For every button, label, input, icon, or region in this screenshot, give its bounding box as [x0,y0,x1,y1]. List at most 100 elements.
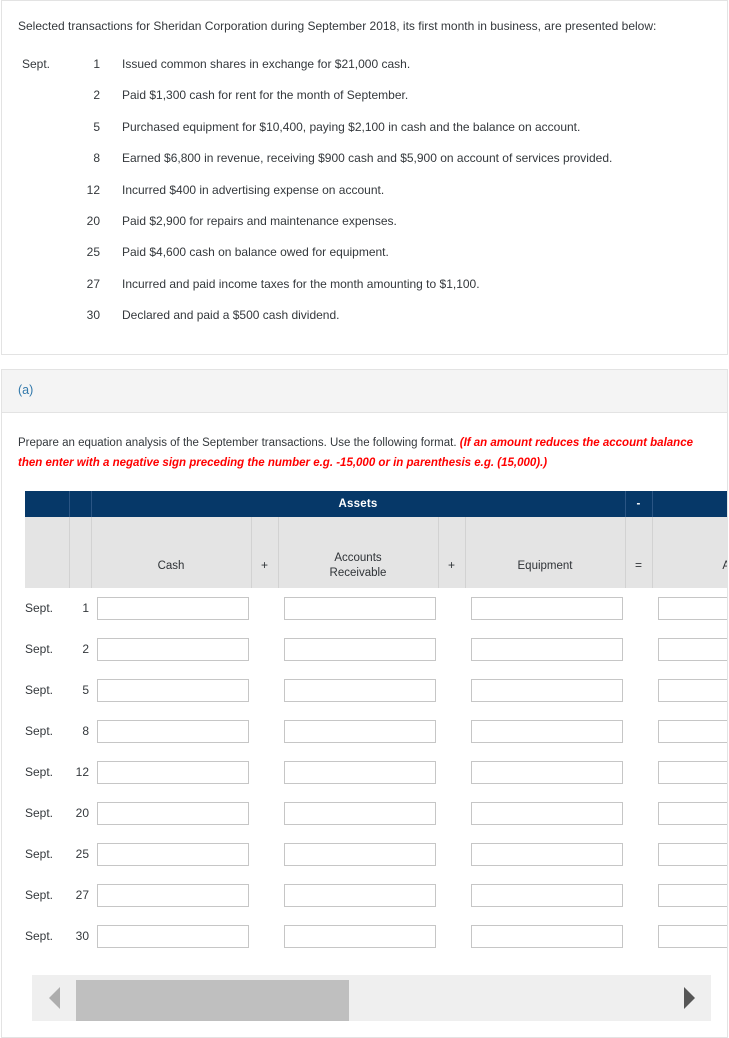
equation-cell-accounts-payable [652,793,727,834]
equation-cell-accounts-receivable [278,834,438,875]
column-header-equipment: Equipment [465,543,626,588]
equation-cell-equipment [465,834,625,875]
equipment-input-row-5[interactable] [471,678,623,702]
cash-input-row-20[interactable] [97,801,249,825]
equipment-input-row-27[interactable] [471,883,623,907]
accounts-payable-input-row-2[interactable] [658,637,727,661]
spacer-cell-op2 [438,516,466,544]
equation-cell-accounts-payable [652,834,727,875]
transaction-row: Sept. 1 Issued common shares in exchange f… [2,49,727,80]
equipment-input-row-1[interactable] [471,596,623,620]
equation-row-month: Sept. [25,929,54,944]
equation-operator-spacer [251,834,278,875]
equation-row-month: Sept. [25,888,54,903]
accounts-receivable-input-row-2[interactable] [284,637,436,661]
equation-row: Sept. 5 [25,670,727,711]
equation-operator-spacer [625,588,652,629]
part-a-body: Prepare an equation analysis of the Sept… [2,413,727,1037]
equation-operator-spacer [625,916,652,957]
equation-row-month: Sept. [25,683,54,698]
transaction-row: 8 Earned $6,800 in revenue, receiving $90… [2,143,727,174]
problem-statement-card: Selected transactions for Sheridan Corpo… [1,0,728,355]
spacer-cell-month [25,516,70,544]
equation-cell-cash [91,875,251,916]
scrollbar-track[interactable] [76,975,667,1021]
equation-operator-spacer [251,875,278,916]
spacer-cell-ar [278,516,439,544]
equation-row-day: 2 [82,642,89,657]
equipment-input-row-20[interactable] [471,801,623,825]
equation-cell-equipment [465,588,625,629]
accounts-payable-input-row-5[interactable] [658,678,727,702]
equipment-input-row-30[interactable] [471,924,623,948]
accounts-payable-input-row-25[interactable] [658,842,727,866]
equation-operator-spacer [438,752,465,793]
accounts-receivable-input-row-20[interactable] [284,801,436,825]
cash-input-row-2[interactable] [97,637,249,661]
cash-input-row-27[interactable] [97,883,249,907]
column-header-operator-equals: = [625,543,653,588]
table-spacer-row [25,516,727,544]
transaction-description: Paid $1,300 cash for rent for the month … [122,88,409,103]
transaction-day: 27 [86,276,100,291]
equation-cell-equipment [465,711,625,752]
accounts-receivable-input-row-25[interactable] [284,842,436,866]
equation-operator-spacer [625,711,652,752]
accounts-payable-input-row-20[interactable] [658,801,727,825]
equation-cell-cash [91,916,251,957]
instruction-main-text: Prepare an equation analysis of the Sept… [18,436,457,449]
equation-row: Sept. 27 [25,875,727,916]
scroll-left-arrow-button[interactable] [32,975,76,1021]
cash-input-row-30[interactable] [97,924,249,948]
equation-cell-cash [91,834,251,875]
equation-cell-accounts-receivable [278,670,438,711]
equation-cell-accounts-payable [652,670,727,711]
transaction-description: Incurred $400 in advertising expense on … [122,182,385,197]
equipment-input-row-25[interactable] [471,842,623,866]
equipment-input-row-2[interactable] [471,637,623,661]
accounts-payable-input-row-1[interactable] [658,596,727,620]
equation-cell-accounts-receivable [278,629,438,670]
accounts-payable-input-row-27[interactable] [658,883,727,907]
equation-cell-cash [91,670,251,711]
equipment-input-row-12[interactable] [471,760,623,784]
equation-row: Sept. 20 [25,793,727,834]
equation-cell-accounts-receivable [278,711,438,752]
transaction-description: Earned $6,800 in revenue, receiving $900… [122,151,613,166]
column-header-accounts-receivable: Accounts Receivable [278,543,439,588]
accounts-payable-input-row-12[interactable] [658,760,727,784]
part-a-label: (a) [18,382,34,397]
cash-input-row-1[interactable] [97,596,249,620]
accounts-receivable-input-row-5[interactable] [284,678,436,702]
transaction-day: 2 [93,88,100,103]
cash-input-row-12[interactable] [97,760,249,784]
spacer-cell-ap [652,516,727,544]
scroll-right-arrow-button[interactable] [667,975,711,1021]
equation-analysis-scroll-viewport: Assets - Cash + Accounts Receivable + Eq… [2,490,727,957]
accounts-payable-input-row-8[interactable] [658,719,727,743]
equation-row-day: 8 [82,724,89,739]
equation-cell-equipment [465,875,625,916]
accounts-receivable-input-row-30[interactable] [284,924,436,948]
transaction-month [2,175,58,206]
accounts-payable-input-row-30[interactable] [658,924,727,948]
horizontal-scrollbar[interactable] [32,974,711,1021]
transaction-row: 2 Paid $1,300 cash for rent for the month… [2,80,727,111]
cash-input-row-5[interactable] [97,678,249,702]
group-header-minus-operator: - [625,490,653,517]
accounts-receivable-input-row-27[interactable] [284,883,436,907]
transaction-month [2,269,58,300]
equation-cell-accounts-receivable [278,793,438,834]
equation-analysis-table: Assets - Cash + Accounts Receivable + Eq… [25,490,727,957]
cash-input-row-25[interactable] [97,842,249,866]
equation-row-day: 27 [75,888,89,903]
equipment-input-row-8[interactable] [471,719,623,743]
scrollbar-thumb[interactable] [76,979,349,1021]
accounts-receivable-input-row-1[interactable] [284,596,436,620]
accounts-receivable-input-row-12[interactable] [284,760,436,784]
equation-operator-spacer [251,670,278,711]
accounts-receivable-input-row-8[interactable] [284,719,436,743]
cash-input-row-8[interactable] [97,719,249,743]
transaction-month [2,80,58,111]
equation-operator-spacer [251,629,278,670]
